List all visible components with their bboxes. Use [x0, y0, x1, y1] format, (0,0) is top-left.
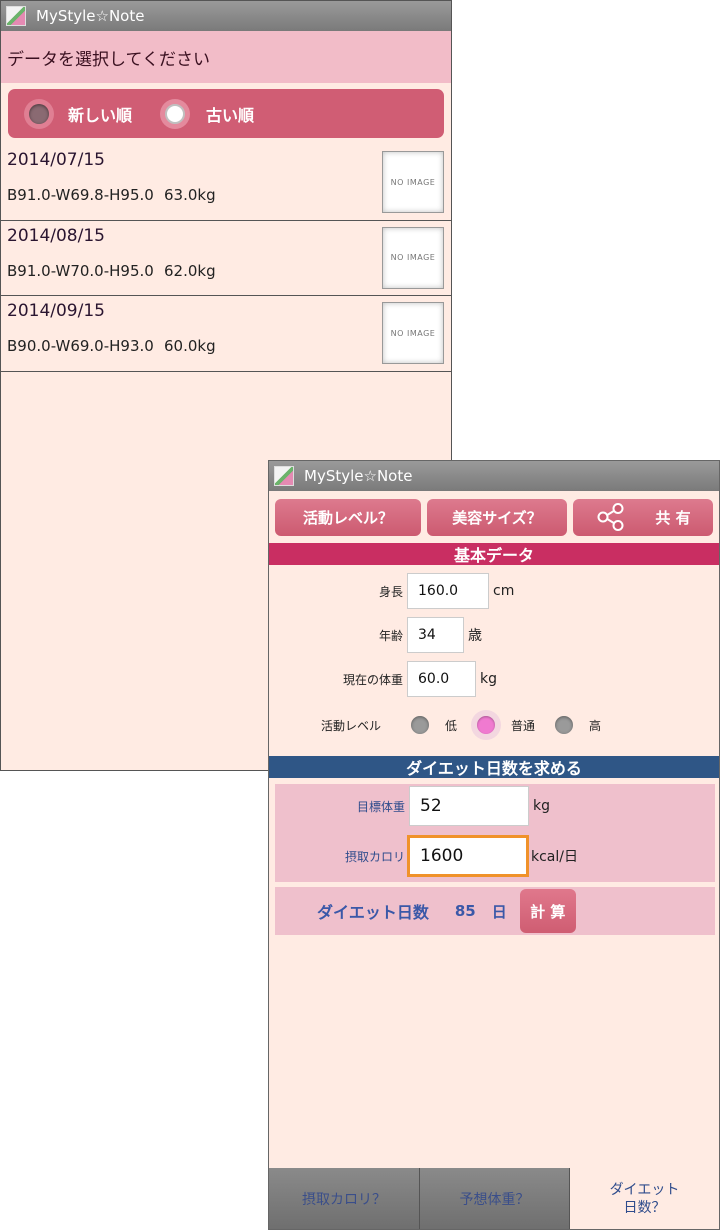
calculate-button[interactable]: 計 算: [519, 889, 576, 933]
list-item[interactable]: 2014/07/15 B91.0-W69.8-H95.0 63.0kg NO I…: [1, 145, 451, 221]
target-weight-row: 目標体重 52 kg: [275, 786, 550, 826]
app-icon: [6, 6, 26, 26]
sort-oldest-label[interactable]: 古い順: [206, 102, 254, 126]
app-title: MyStyle☆Note: [36, 7, 145, 25]
record-weight: 60.0kg: [164, 337, 216, 355]
diet-result-panel: ダイエット日数 85 日 計 算: [275, 887, 715, 935]
radio-dot: [477, 716, 496, 734]
radio-dot: [411, 716, 429, 734]
age-unit: 歳: [468, 628, 482, 644]
age-label: 年齢: [378, 628, 403, 643]
record-measurements: B91.0-W70.0-H95.0: [7, 261, 154, 280]
current-weight-label: 現在の体重: [342, 672, 403, 687]
diet-days-label: ダイエット日数: [317, 903, 429, 922]
app-icon: [274, 466, 294, 486]
activity-normal-radio[interactable]: [471, 710, 502, 740]
current-weight-unit: kg: [480, 671, 497, 687]
age-input[interactable]: 34: [407, 617, 464, 653]
diet-days-title: ダイエット日数を求める: [406, 759, 582, 778]
sort-oldest-radio[interactable]: [160, 98, 191, 129]
weight-row: 現在の体重 60.0 kg: [269, 661, 497, 697]
tab-diet-days-line2: 日数？: [623, 1199, 666, 1216]
sort-newest-label[interactable]: 新しい順: [68, 102, 132, 126]
record-list: 2014/07/15 B91.0-W69.8-H95.0 63.0kg NO I…: [1, 145, 451, 372]
target-weight-input[interactable]: 52: [409, 786, 529, 826]
basic-data-heading: 基本データ: [269, 543, 719, 565]
diet-calculator-screen: MyStyle☆Note 活動レベル？ 美容サイズ？ 共 有 基本データ 身長 …: [268, 460, 720, 1230]
target-weight-unit: kg: [533, 798, 550, 814]
height-label: 身長: [378, 584, 403, 599]
diet-input-panel: 目標体重 52 kg 摂取カロリ 1600 kcal/日: [275, 784, 715, 882]
tab-diet-days-line1: ダイエット: [609, 1181, 680, 1198]
sort-newest-radio[interactable]: [24, 98, 54, 129]
toolbar: 活動レベル？ 美容サイズ？ 共 有: [269, 491, 719, 543]
diet-days-value: 85: [454, 902, 476, 920]
record-measurements: B91.0-W69.8-H95.0: [7, 186, 154, 204]
record-thumbnail[interactable]: NO IMAGE: [382, 151, 444, 213]
radio-dot: [165, 103, 186, 124]
tab-predicted-weight[interactable]: 予想体重？: [420, 1168, 570, 1229]
calorie-input[interactable]: 1600: [407, 835, 529, 877]
current-weight-input[interactable]: 60.0: [407, 661, 476, 697]
record-weight: 63.0kg: [164, 186, 216, 204]
basic-data-title: 基本データ: [453, 546, 534, 565]
bottom-tab-bar: 摂取カロリ？ 予想体重？ ダイエット 日数？: [269, 1168, 719, 1229]
calorie-unit: kcal/日: [531, 849, 578, 865]
target-weight-label: 目標体重: [356, 799, 405, 814]
radio-dot: [555, 716, 574, 734]
select-data-header: データを選択してください: [1, 31, 451, 83]
activity-normal-label[interactable]: 普通: [511, 717, 535, 734]
record-date: 2014/09/15: [7, 301, 105, 321]
record-date: 2014/07/15: [7, 150, 105, 170]
activity-low-radio[interactable]: [405, 710, 435, 740]
list-item[interactable]: 2014/09/15 B90.0-W69.0-H93.0 60.0kg NO I…: [1, 296, 451, 372]
activity-level-label: 活動レベル: [320, 718, 381, 733]
activity-low-label[interactable]: 低: [445, 717, 457, 734]
record-measurements: B90.0-W69.0-H93.0: [7, 337, 154, 355]
app-title: MyStyle☆Note: [304, 467, 413, 485]
tab-intake-calorie[interactable]: 摂取カロリ？: [269, 1168, 420, 1229]
activity-high-label[interactable]: 高: [589, 717, 601, 734]
record-thumbnail[interactable]: NO IMAGE: [382, 302, 444, 364]
sort-order-bar: 新しい順 古い順: [8, 89, 444, 138]
radio-dot: [29, 103, 49, 124]
age-row: 年齢 34 歳: [269, 617, 482, 653]
title-bar: MyStyle☆Note: [269, 461, 719, 491]
record-date: 2014/08/15: [7, 225, 105, 246]
list-item[interactable]: 2014/08/15 B91.0-W70.0-H95.0 62.0kg NO I…: [1, 221, 451, 296]
share-icon: [597, 503, 624, 531]
header-text: データを選択してください: [7, 49, 210, 70]
height-row: 身長 160.0 cm: [269, 573, 514, 609]
calorie-label: 摂取カロリ: [344, 849, 405, 864]
record-thumbnail[interactable]: NO IMAGE: [382, 226, 444, 289]
activity-level-row: 活動レベル 低 普通 高: [269, 710, 719, 740]
activity-level-button[interactable]: 活動レベル？: [275, 498, 421, 536]
share-button[interactable]: 共 有: [573, 498, 713, 536]
share-label: 共 有: [655, 508, 691, 527]
activity-high-radio[interactable]: [549, 710, 579, 740]
record-weight: 62.0kg: [164, 261, 216, 280]
calorie-row: 摂取カロリ 1600 kcal/日: [275, 835, 578, 877]
diet-days-heading: ダイエット日数を求める: [269, 756, 719, 778]
height-input[interactable]: 160.0: [407, 573, 489, 609]
title-bar: MyStyle☆Note: [1, 1, 451, 31]
beauty-size-button[interactable]: 美容サイズ？: [427, 498, 567, 536]
diet-days-unit: 日: [491, 902, 507, 921]
height-unit: cm: [493, 583, 515, 599]
tab-diet-days[interactable]: ダイエット 日数？: [570, 1168, 719, 1229]
